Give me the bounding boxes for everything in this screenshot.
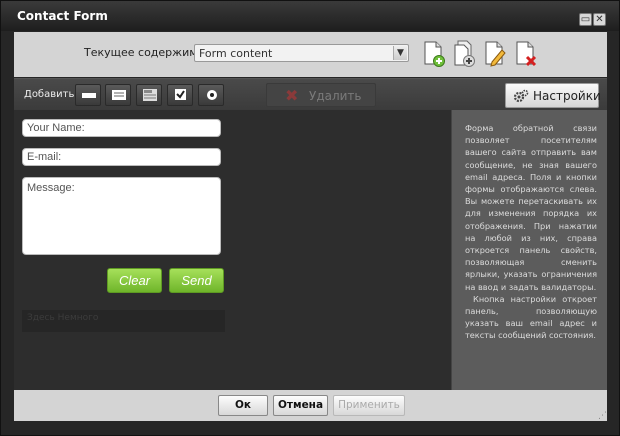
add-text-field-button[interactable]	[75, 84, 101, 106]
edit-document-icon[interactable]	[483, 40, 507, 68]
chevron-down-icon: ▼	[393, 46, 407, 60]
name-field[interactable]: Your Name:	[22, 119, 221, 137]
delete-x-icon: ✖	[285, 86, 299, 105]
text-field-icon	[82, 93, 96, 98]
add-radio-button[interactable]	[198, 84, 224, 106]
email-field[interactable]: E-mail:	[22, 148, 221, 166]
dialog-button-bar: Ок Отмена Применить	[14, 390, 607, 421]
message-field[interactable]: Message:	[22, 177, 221, 255]
help-paragraph: Форма обратной связи позволяет посетител…	[465, 123, 597, 292]
add-label: Добавить	[24, 89, 75, 100]
add-document-icon[interactable]	[422, 40, 446, 68]
gear-icon	[513, 89, 529, 103]
checkbox-icon	[175, 89, 186, 100]
delete-label: Удалить	[309, 89, 362, 103]
radio-icon	[207, 90, 217, 100]
ok-button[interactable]: Ок	[218, 395, 268, 416]
text-area-icon	[112, 90, 126, 100]
clear-button[interactable]: Clear	[107, 268, 162, 293]
content-select-value: Form content	[199, 47, 273, 60]
select-field-icon	[143, 89, 157, 101]
help-paragraph: Кнопка настройки откроет панель, позволя…	[465, 293, 597, 341]
resize-grip-icon[interactable]: ⋰	[598, 411, 607, 421]
status-message[interactable]: Здесь Немного	[22, 310, 225, 332]
add-select-field-button[interactable]	[136, 84, 162, 106]
help-panel: Форма обратной связи позволяет посетител…	[451, 110, 607, 390]
add-text-area-button[interactable]	[105, 84, 131, 106]
message-field-placeholder: Message:	[27, 182, 75, 194]
delete-field-button[interactable]: ✖ Удалить	[266, 83, 376, 107]
window-title: Contact Form	[17, 9, 108, 23]
maximize-icon[interactable]: ▭	[579, 13, 592, 26]
field-toolbar: Добавить ✖ Удалить Настройки	[14, 78, 607, 110]
settings-label: Настройки	[533, 89, 601, 103]
name-field-placeholder: Your Name:	[27, 122, 85, 134]
close-icon[interactable]: ✕	[593, 13, 606, 26]
add-checkbox-button[interactable]	[167, 84, 193, 106]
copy-document-icon[interactable]	[452, 40, 476, 68]
help-text: Форма обратной связи позволяет посетител…	[465, 122, 597, 342]
cancel-button[interactable]: Отмена	[273, 395, 328, 416]
settings-button[interactable]: Настройки	[505, 83, 601, 108]
form-preview-area: Your Name: E-mail: Message: Clear Send З…	[14, 110, 451, 390]
delete-document-icon[interactable]	[514, 40, 538, 68]
title-bar[interactable]: Contact Form ▭ ✕	[1, 1, 619, 31]
contact-form-window: Contact Form ▭ ✕ Текущее содержимое: For…	[0, 0, 620, 436]
email-field-placeholder: E-mail:	[27, 151, 62, 163]
apply-button[interactable]: Применить	[333, 395, 405, 416]
content-selector-bar: Текущее содержимое: Form content ▼	[14, 32, 607, 77]
content-select[interactable]: Form content ▼	[194, 44, 409, 62]
send-button[interactable]: Send	[169, 268, 224, 293]
